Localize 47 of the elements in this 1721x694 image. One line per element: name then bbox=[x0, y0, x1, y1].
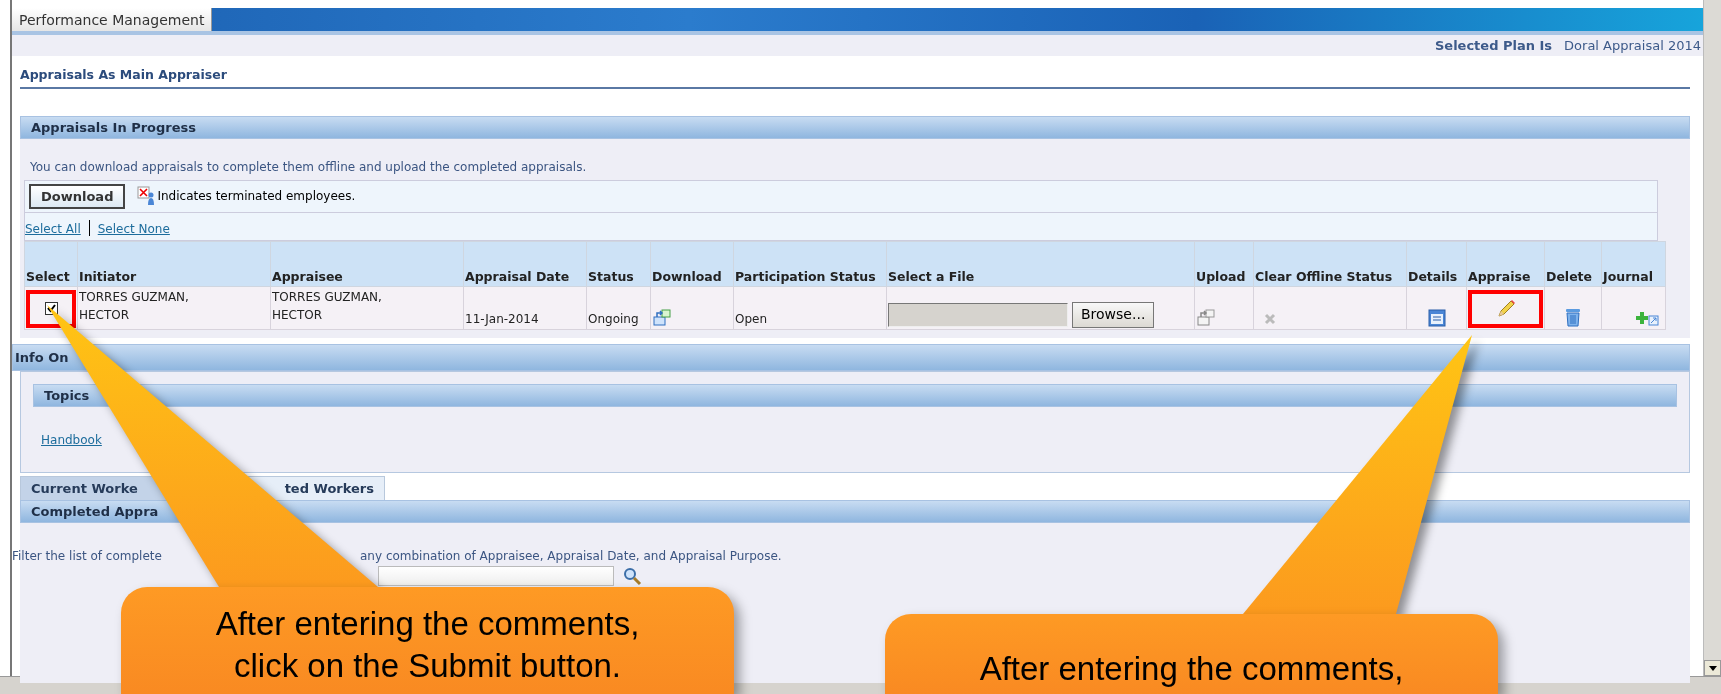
column-header: Select bbox=[26, 268, 70, 284]
upload-icon[interactable] bbox=[1196, 307, 1216, 328]
select-link[interactable]: Select None bbox=[97, 219, 170, 238]
details-icon[interactable] bbox=[1426, 307, 1447, 328]
page-title: Appraisals As Main Appraiser bbox=[20, 66, 1690, 89]
column-header: Status bbox=[588, 268, 634, 284]
filter-dropdown[interactable] bbox=[378, 565, 614, 586]
app-tab[interactable]: Performance Management bbox=[12, 8, 213, 31]
scrollbar[interactable] bbox=[1703, 0, 1721, 676]
browse-button[interactable]: Browse... bbox=[1072, 301, 1155, 328]
column-header: Appraisee bbox=[272, 268, 343, 284]
plan-label: Selected Plan Is bbox=[1434, 38, 1553, 53]
column-header: Initiator bbox=[79, 268, 137, 284]
column-header: Journal bbox=[1603, 268, 1653, 284]
filter-text: any combination of Appraisee, Appraisal Date, and Appraisal Purpose. bbox=[360, 548, 782, 563]
column-header: Appraisal Date bbox=[465, 268, 570, 284]
handbook-link[interactable]: Handbook bbox=[41, 430, 102, 449]
instructions-text: You can download appraisals to complete them offline and upload the completed appraisals. bbox=[29, 158, 588, 175]
table-cell: Ongoing bbox=[588, 311, 639, 326]
download-button[interactable]: Download bbox=[29, 183, 126, 209]
legend-text: Indicates terminated employees. bbox=[157, 188, 356, 206]
section-header: Info On bbox=[12, 343, 1690, 371]
column-header: Participation Status bbox=[735, 268, 876, 284]
add-icon[interactable] bbox=[1636, 309, 1660, 328]
download-icon[interactable] bbox=[652, 307, 672, 328]
callout-text: After entering the comments, click on the Submit button. bbox=[214, 604, 641, 686]
file-field[interactable] bbox=[888, 302, 1068, 327]
scroll-down-button[interactable] bbox=[1704, 660, 1721, 676]
callout-text: After entering the comments, bbox=[978, 649, 1405, 689]
table-cell-text: TORRES GUZMAN, HECTOR bbox=[79, 288, 190, 324]
column-header: Appraise bbox=[1468, 268, 1531, 284]
search-icon[interactable] bbox=[622, 565, 642, 586]
column-header: Details bbox=[1408, 268, 1458, 284]
section-header: Appraisals In Progress bbox=[20, 115, 1690, 139]
column-header: Delete bbox=[1546, 268, 1593, 284]
select-link[interactable]: Select All bbox=[25, 219, 81, 238]
column-header: Download bbox=[652, 268, 722, 284]
filter-text: Filter the list of complete bbox=[12, 548, 162, 563]
column-header: Select a File bbox=[888, 268, 975, 284]
table-cell: 11-Jan-2014 bbox=[465, 311, 539, 326]
arrow-down-icon bbox=[1708, 665, 1717, 671]
column-header: Clear Offline Status bbox=[1255, 268, 1393, 284]
plan-value: Doral Appraisal 2014 bbox=[1564, 38, 1701, 53]
column-header: Upload bbox=[1196, 268, 1246, 284]
section-header: Topics bbox=[33, 383, 1677, 407]
table-cell-text: TORRES GUZMAN, HECTOR bbox=[272, 288, 383, 324]
table-cell: Open bbox=[735, 311, 768, 326]
